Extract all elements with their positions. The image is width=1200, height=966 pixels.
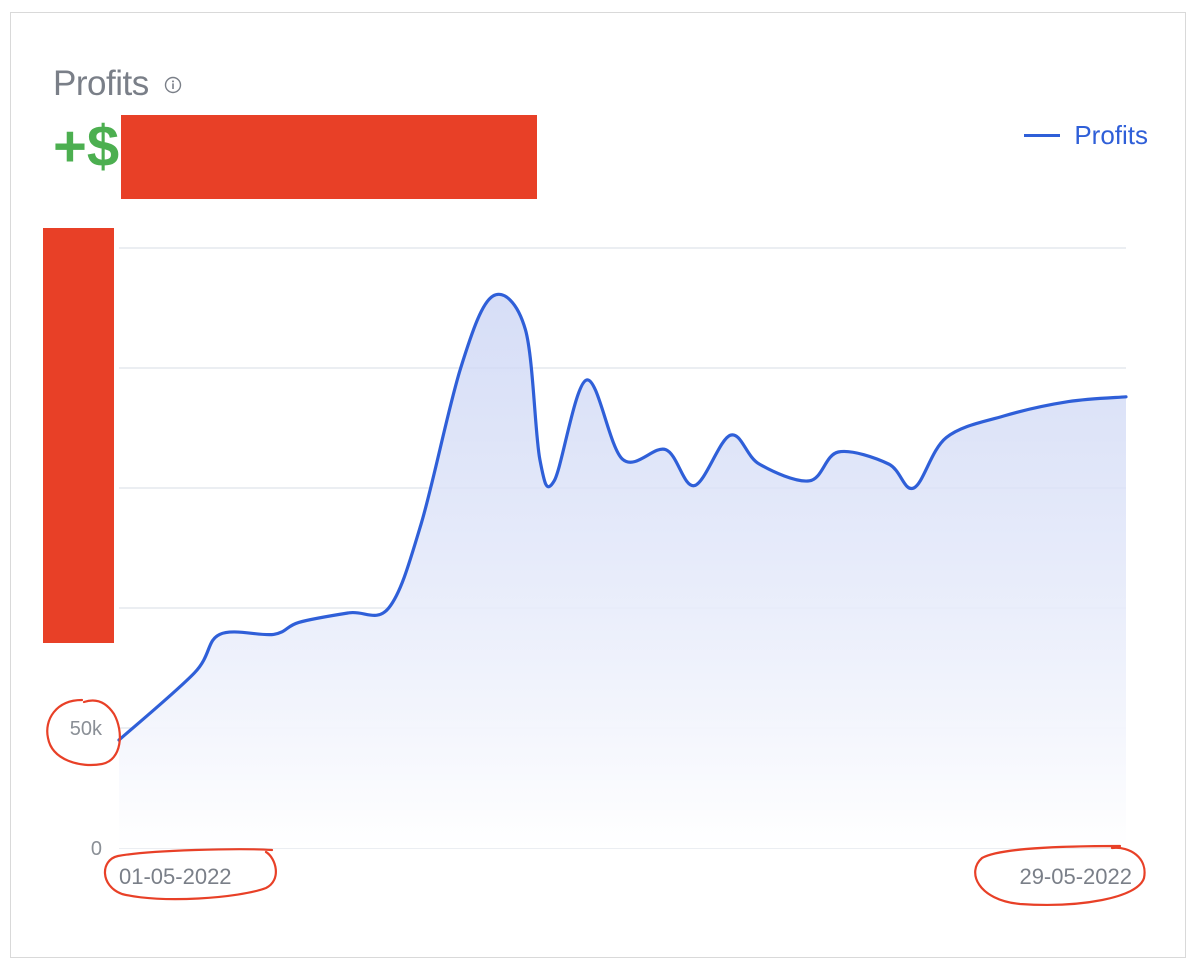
x-tick-label-0: 01-05-2022: [119, 864, 232, 889]
x-tick-label-1: 29-05-2022: [1019, 864, 1132, 889]
y-tick-label-1: 50k: [70, 718, 103, 740]
y-tick-label-0: 0: [91, 838, 102, 860]
chart-svg: 0 50k 01-05-2022 29-05-2022: [46, 247, 1146, 906]
y-tick-layer: 0 50k: [70, 718, 103, 860]
series-area-profits: [119, 294, 1126, 848]
